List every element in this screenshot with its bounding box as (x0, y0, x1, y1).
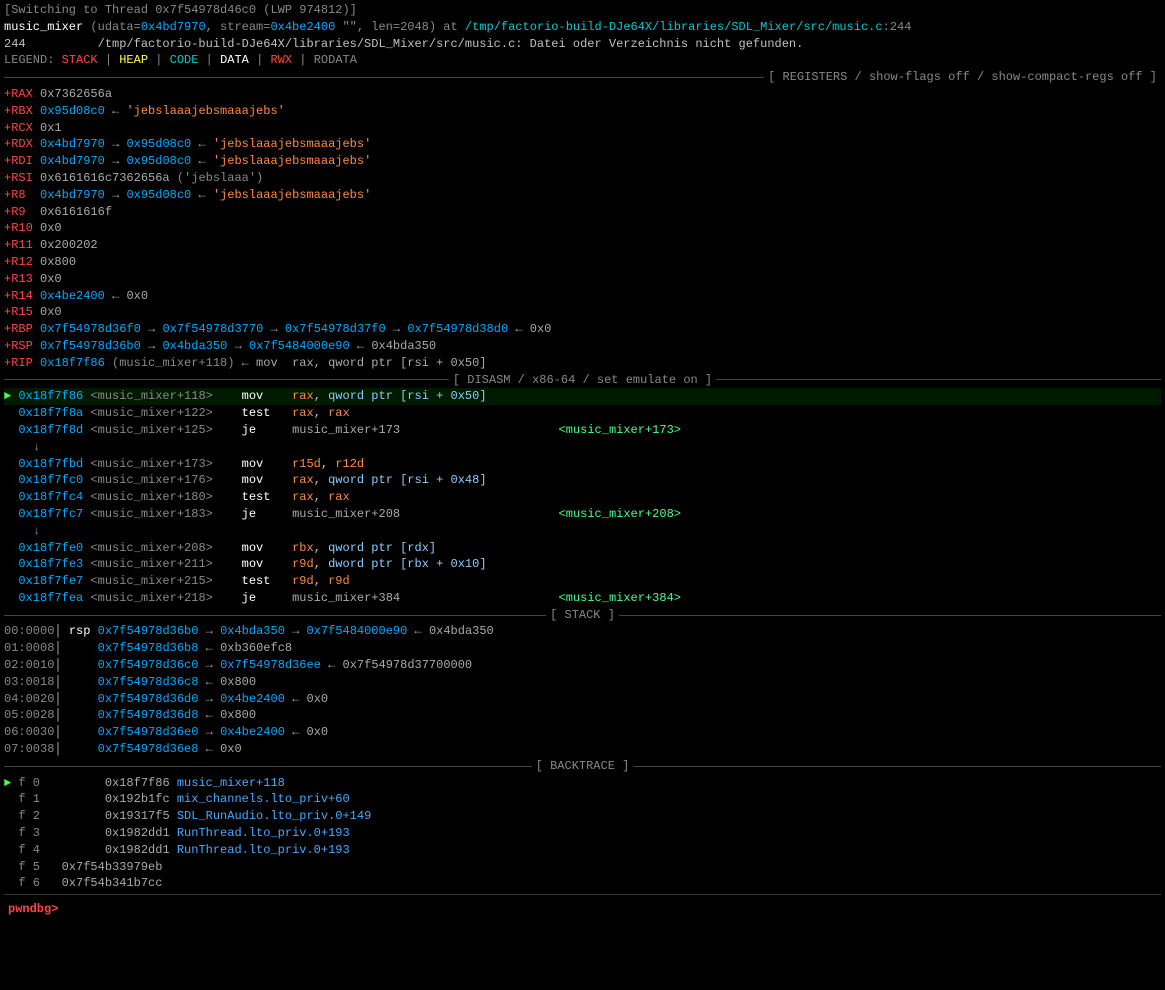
disasm-line-7: 0x18f7fe0 <music_mixer+208> mov rbx, qwo… (4, 540, 1161, 557)
legend-line: LEGEND: STACK | HEAP | CODE | DATA | RWX… (4, 52, 1161, 69)
reg-r12: +R12 0x800 (4, 254, 1161, 271)
disasm-line-8: 0x18f7fe3 <music_mixer+211> mov r9d, dwo… (4, 556, 1161, 573)
switching-thread-line: [Switching to Thread 0x7f54978d46c0 (LWP… (4, 2, 1161, 19)
stack-line-1: 01:0008│ 0x7f54978d36b8 ← 0xb360efc8 (4, 640, 1161, 657)
disasm-line-5: 0x18f7fc4 <music_mixer+180> test rax, ra… (4, 489, 1161, 506)
disasm-section-bar: [ DISASM / x86-64 / set emulate on ] (4, 372, 1161, 389)
registers-header: [ REGISTERS / show-flags off / show-comp… (764, 69, 1161, 86)
stack-line-7: 07:0038│ 0x7f54978d36e8 ← 0x0 (4, 741, 1161, 758)
stack-line-0: 00:0000│ rsp 0x7f54978d36b0 → 0x4bda350 … (4, 623, 1161, 640)
reg-r10: +R10 0x0 (4, 220, 1161, 237)
bt-line-1: f 1 0x192b1fc mix_channels.lto_priv+60 (4, 791, 1161, 808)
bottom-divider (4, 894, 1161, 895)
music-mixer-line: music_mixer (udata=0x4bd7970, stream=0x4… (4, 19, 1161, 36)
prompt-text: pwndbg> (8, 902, 58, 916)
reg-rsi: +RSI 0x6161616c7362656a ('jebslaaa') (4, 170, 1161, 187)
disasm-line-1: 0x18f7f8a <music_mixer+122> test rax, ra… (4, 405, 1161, 422)
prompt-line[interactable]: pwndbg> (4, 899, 1161, 920)
reg-r9: +R9 0x6161616f (4, 204, 1161, 221)
reg-rsp: +RSP 0x7f54978d36b0 → 0x4bda350 → 0x7f54… (4, 338, 1161, 355)
stack-line-3: 03:0018│ 0x7f54978d36c8 ← 0x800 (4, 674, 1161, 691)
disasm-line-2: 0x18f7f8d <music_mixer+125> je music_mix… (4, 422, 1161, 439)
bt-line-5: f 5 0x7f54b33979eb (4, 859, 1161, 876)
reg-r14: +R14 0x4be2400 ← 0x0 (4, 288, 1161, 305)
disasm-line-10: 0x18f7fea <music_mixer+218> je music_mix… (4, 590, 1161, 607)
stack-header: [ STACK ] (546, 607, 619, 624)
reg-rbp: +RBP 0x7f54978d36f0 → 0x7f54978d3770 → 0… (4, 321, 1161, 338)
reg-r15: +R15 0x0 (4, 304, 1161, 321)
reg-rcx: +RCX 0x1 (4, 120, 1161, 137)
bt-line-4: f 4 0x1982dd1 RunThread.lto_priv.0+193 (4, 842, 1161, 859)
reg-rdi: +RDI 0x4bd7970 → 0x95d08c0 ← 'jebslaaaje… (4, 153, 1161, 170)
disasm-line-6: 0x18f7fc7 <music_mixer+183> je music_mix… (4, 506, 1161, 523)
bt-line-0: ► f 0 0x18f7f86 music_mixer+118 (4, 775, 1161, 792)
terminal: [Switching to Thread 0x7f54978d46c0 (LWP… (0, 0, 1165, 922)
disasm-line-9: 0x18f7fe7 <music_mixer+215> test r9d, r9… (4, 573, 1161, 590)
reg-r11: +R11 0x200202 (4, 237, 1161, 254)
reg-r8: +R8 0x4bd7970 → 0x95d08c0 ← 'jebslaaajeb… (4, 187, 1161, 204)
backtrace-section-bar: [ BACKTRACE ] (4, 758, 1161, 775)
disasm-arrow-1: ↓ (4, 439, 1161, 456)
stack-line-5: 05:0028│ 0x7f54978d36d8 ← 0x800 (4, 707, 1161, 724)
stack-line-2: 02:0010│ 0x7f54978d36c0 → 0x7f54978d36ee… (4, 657, 1161, 674)
registers-section-bar: [ REGISTERS / show-flags off / show-comp… (4, 69, 1161, 86)
stack-line-4: 04:0020│ 0x7f54978d36d0 → 0x4be2400 ← 0x… (4, 691, 1161, 708)
bt-line-2: f 2 0x19317f5 SDL_RunAudio.lto_priv.0+14… (4, 808, 1161, 825)
reg-rbx: +RBX 0x95d08c0 ← 'jebslaaajebsmaaajebs' (4, 103, 1161, 120)
reg-rdx: +RDX 0x4bd7970 → 0x95d08c0 ← 'jebslaaaje… (4, 136, 1161, 153)
disasm-header: [ DISASM / x86-64 / set emulate on ] (449, 372, 716, 389)
stack-line-6: 06:0030│ 0x7f54978d36e0 → 0x4be2400 ← 0x… (4, 724, 1161, 741)
bt-line-6: f 6 0x7f54b341b7cc (4, 875, 1161, 892)
disasm-line-3: 0x18f7fbd <music_mixer+173> mov r15d, r1… (4, 456, 1161, 473)
disasm-line-current: ► 0x18f7f86 <music_mixer+118> mov rax, q… (4, 388, 1161, 405)
disasm-arrow-2: ↓ (4, 523, 1161, 540)
reg-r13: +R13 0x0 (4, 271, 1161, 288)
reg-rip: +RIP 0x18f7f86 (music_mixer+118) ← mov r… (4, 355, 1161, 372)
backtrace-header: [ BACKTRACE ] (532, 758, 634, 775)
disasm-line-4: 0x18f7fc0 <music_mixer+176> mov rax, qwo… (4, 472, 1161, 489)
file-not-found-line: 244 /tmp/factorio-build-DJe64X/libraries… (4, 36, 1161, 53)
bt-line-3: f 3 0x1982dd1 RunThread.lto_priv.0+193 (4, 825, 1161, 842)
stack-section-bar: [ STACK ] (4, 607, 1161, 624)
reg-rax: +RAX 0x7362656a (4, 86, 1161, 103)
